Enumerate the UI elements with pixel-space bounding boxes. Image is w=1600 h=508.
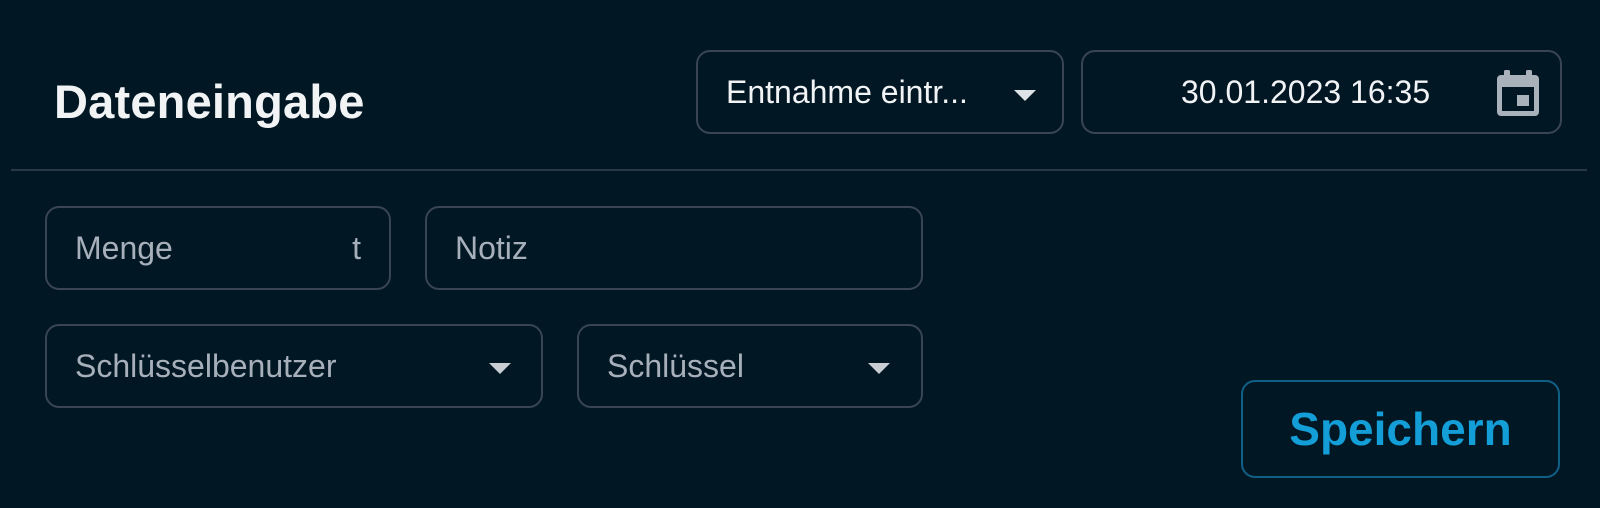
chevron-down-icon <box>1014 90 1036 101</box>
entry-type-select-value: Entnahme eintr... <box>726 73 968 110</box>
chevron-down-icon <box>489 363 511 374</box>
calendar-icon[interactable] <box>1497 70 1539 116</box>
note-placeholder: Notiz <box>455 229 528 266</box>
quantity-unit: t <box>352 229 361 266</box>
header-divider <box>11 169 1587 171</box>
key-placeholder: Schlüssel <box>607 347 744 384</box>
quantity-placeholder: Menge <box>75 229 173 266</box>
key-user-select[interactable]: Schlüsselbenutzer <box>45 324 543 408</box>
datetime-field[interactable]: 30.01.2023 16:35 <box>1081 50 1562 134</box>
page-title: Dateneingabe <box>54 75 365 128</box>
entry-type-select[interactable]: Entnahme eintr... <box>696 50 1064 134</box>
key-select[interactable]: Schlüssel <box>577 324 923 408</box>
key-user-placeholder: Schlüsselbenutzer <box>75 347 337 384</box>
chevron-down-icon <box>868 363 890 374</box>
note-input[interactable]: Notiz <box>425 206 923 290</box>
data-entry-panel: Dateneingabe Entnahme eintr... 30.01.202… <box>0 0 1600 508</box>
save-button[interactable]: Speichern <box>1241 380 1560 478</box>
datetime-value: 30.01.2023 16:35 <box>1181 73 1431 110</box>
quantity-input[interactable]: Menge t <box>45 206 391 290</box>
